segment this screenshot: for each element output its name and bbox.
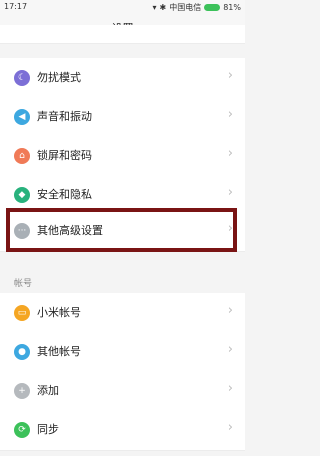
mi-account-icon: ▭ [14, 305, 30, 321]
bluetooth-icon: ✱ [159, 3, 167, 12]
status-time: 17:17 [4, 2, 28, 11]
chevron-right-icon: › [227, 342, 233, 357]
chevron-right-icon: › [227, 303, 233, 318]
wifi-icon: ▾ [152, 3, 157, 12]
carrier: 中国电信 [169, 3, 202, 12]
status-bar: 17:17 ▾ ✱ 中国电信 81% [0, 0, 245, 15]
settings-item-label: 声音和振动 [37, 110, 92, 123]
shield-icon: ◆ [14, 187, 30, 203]
person-icon: ● [14, 344, 30, 360]
settings-item-label: 安全和隐私 [37, 188, 92, 201]
chevron-right-icon: › [227, 107, 233, 122]
battery-icon [204, 4, 221, 11]
watermark: Baidu 经验 [159, 431, 237, 449]
settings-item-add[interactable]: + 添加 › [0, 371, 245, 412]
settings-item-label: 勿扰模式 [37, 71, 81, 84]
chevron-right-icon: › [227, 146, 233, 161]
speaker-icon: ◀ [14, 109, 30, 125]
lock-icon: ⌂ [14, 148, 30, 164]
settings-item-label: 锁屏和密码 [37, 149, 92, 162]
chevron-right-icon: › [227, 68, 233, 83]
chevron-right-icon: › [227, 185, 233, 200]
settings-item-other-accounts[interactable]: ● 其他帐号 › [0, 332, 245, 373]
highlight-box [6, 208, 237, 252]
sync-icon: ⟳ [14, 422, 30, 438]
list-item-partial[interactable] [0, 25, 245, 44]
section-header-accounts: 帐号 [0, 262, 245, 292]
settings-item-label: 同步 [37, 423, 59, 436]
settings-item-dnd[interactable]: ☾ 勿扰模式 › [0, 58, 245, 99]
moon-icon: ☾ [14, 70, 30, 86]
settings-item-mi-account[interactable]: ▭ 小米帐号 › [0, 293, 245, 334]
battery-percent: 81% [223, 3, 241, 12]
settings-item-label: 添加 [37, 384, 59, 397]
chevron-right-icon: › [227, 381, 233, 396]
plus-icon: + [14, 383, 30, 399]
settings-item-label: 小米帐号 [37, 306, 81, 319]
section-title: 帐号 [14, 279, 33, 289]
status-right: ▾ ✱ 中国电信 81% [153, 2, 242, 13]
settings-item-sound[interactable]: ◀ 声音和振动 › [0, 97, 245, 138]
settings-item-label: 其他帐号 [37, 345, 81, 358]
settings-item-lock[interactable]: ⌂ 锁屏和密码 › [0, 136, 245, 177]
